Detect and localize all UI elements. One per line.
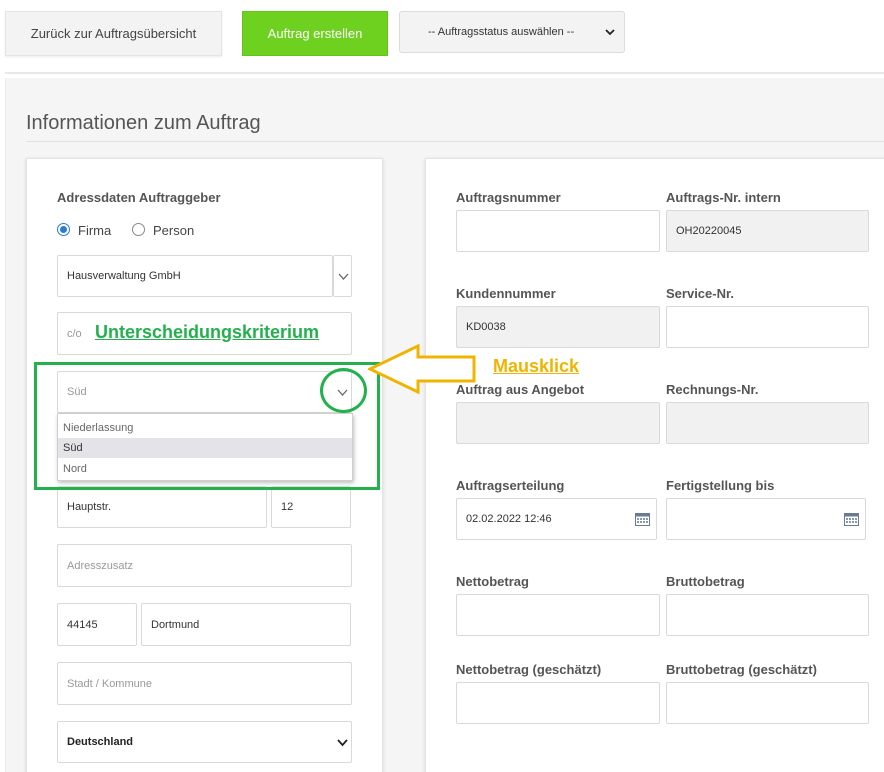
order-status-select[interactable]: -- Auftragsstatus auswählen -- (399, 11, 625, 53)
back-to-orders-button[interactable]: Zurück zur Auftragsübersicht (5, 11, 222, 56)
radio-person[interactable] (132, 223, 145, 236)
country-select[interactable]: Deutschland (57, 721, 352, 763)
order-number-label: Auftragsnummer (456, 190, 561, 205)
section-title-divider (26, 141, 884, 142)
completion-date-field[interactable] (666, 498, 866, 540)
gross-amount-label: Bruttobetrag (666, 574, 745, 589)
invoice-number-label: Rechnungs-Nr. (666, 382, 759, 397)
highlight-circle (320, 368, 367, 413)
from-offer-field (456, 402, 660, 444)
net-amount-label: Nettobetrag (456, 574, 529, 589)
radio-person-label: Person (153, 223, 195, 238)
order-date-label: Auftragserteilung (456, 478, 565, 493)
service-number-label: Service-Nr. (666, 286, 734, 301)
criterion-annotation: Unterscheidungskriterium (95, 322, 320, 342)
net-estimated-label: Nettobetrag (geschätzt) (456, 662, 602, 677)
address-extra-field[interactable]: Adresszusatz (57, 544, 352, 587)
internal-number-label: Auftrags-Nr. intern (666, 190, 781, 205)
radio-firma[interactable] (57, 223, 70, 236)
gross-estimated-field[interactable] (666, 682, 869, 724)
country-select-value: Deutschland (67, 736, 134, 748)
section-title: Informationen zum Auftrag (26, 112, 261, 134)
chevron-down-icon (338, 273, 349, 280)
order-date-field[interactable]: 02.02.2022 12:46 (456, 498, 657, 540)
gross-estimated-label: Bruttobetrag (geschätzt) (666, 662, 817, 677)
completion-date-label: Fertigstellung bis (666, 478, 775, 493)
street-field[interactable]: Hauptstr. (57, 486, 267, 528)
company-dropdown-button[interactable] (333, 255, 352, 297)
internal-number-field: OH20220045 (666, 210, 869, 252)
customer-number-label: Kundennummer (456, 286, 556, 301)
customer-number-field: KD0038 (456, 306, 660, 348)
net-estimated-field[interactable] (456, 682, 660, 724)
chevron-down-icon (605, 29, 615, 36)
client-address-heading: Adressdaten Auftraggeber (57, 190, 221, 205)
mouse-click-annotation: Mausklick (493, 356, 580, 376)
chevron-down-icon (337, 739, 348, 747)
calendar-icon[interactable] (635, 513, 650, 526)
arrow-left-icon (368, 343, 476, 395)
invoice-number-field (666, 402, 869, 444)
company-field[interactable]: Hausverwaltung GmbH (57, 255, 333, 297)
toolbar-divider (5, 72, 884, 74)
create-order-button[interactable]: Auftrag erstellen (242, 11, 388, 56)
radio-firma-label: Firma (78, 223, 112, 238)
net-amount-field[interactable] (456, 594, 660, 636)
city-field[interactable]: Dortmund (141, 603, 351, 646)
zip-field[interactable]: 44145 (57, 603, 137, 646)
calendar-icon[interactable] (844, 513, 859, 526)
service-number-field[interactable] (666, 306, 869, 348)
order-date-value: 02.02.2022 12:46 (466, 513, 552, 525)
gross-amount-field[interactable] (666, 594, 869, 636)
order-number-field[interactable] (456, 210, 660, 252)
house-number-field[interactable]: 12 (271, 486, 351, 528)
order-status-select-value: -- Auftragsstatus auswählen -- (428, 26, 575, 38)
district-field[interactable]: Stadt / Kommune (57, 662, 352, 705)
